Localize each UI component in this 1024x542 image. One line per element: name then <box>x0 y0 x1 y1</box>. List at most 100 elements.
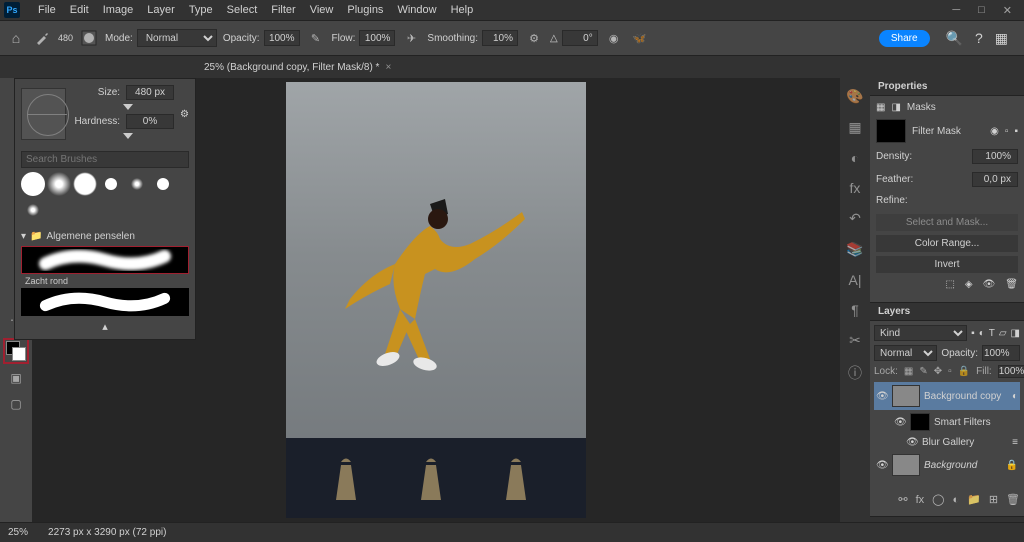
brush-thumb[interactable] <box>131 178 143 190</box>
properties-tab[interactable]: Properties <box>870 78 1024 96</box>
link-layers-icon[interactable]: ⚯ <box>898 493 907 506</box>
new-adjustment-icon[interactable]: ◐ <box>952 494 959 506</box>
home-icon[interactable]: ⌂ <box>6 28 26 48</box>
menu-type[interactable]: Type <box>183 2 219 18</box>
airbrush-icon[interactable]: ✈ <box>401 28 421 48</box>
angle-input[interactable] <box>562 30 598 46</box>
layer-thumbnail[interactable] <box>892 385 920 407</box>
filter-type-icon[interactable]: T <box>989 328 995 339</box>
character-panel-icon[interactable]: A| <box>849 272 862 288</box>
paragraph-panel-icon[interactable]: ¶ <box>851 302 859 318</box>
menu-window[interactable]: Window <box>391 2 442 18</box>
layer-row[interactable]: 👁 Background copy ◐ <box>874 382 1020 410</box>
blend-mode-select[interactable]: Normal <box>137 29 217 47</box>
mask-vector-icon[interactable]: ▪ <box>1014 126 1018 137</box>
hardness-value[interactable]: 0% <box>126 114 174 129</box>
invert-button[interactable]: Invert <box>876 256 1018 273</box>
brush-size-display[interactable]: 480 <box>58 33 73 43</box>
layer-name[interactable]: Background <box>924 460 1002 471</box>
lock-all-icon[interactable]: 🔒 <box>958 366 970 377</box>
background-color[interactable] <box>12 347 26 361</box>
layer-name[interactable]: Background copy <box>924 391 1008 402</box>
menu-view[interactable]: View <box>304 2 340 18</box>
screen-mode-icon[interactable]: ▢ <box>2 392 30 416</box>
libraries-panel-icon[interactable]: 📚 <box>846 241 863 258</box>
brush-thumb[interactable] <box>105 178 117 190</box>
layer-row[interactable]: 👁 Background 🔒 <box>874 451 1020 479</box>
delete-mask-icon[interactable]: 🗑 <box>1005 279 1018 290</box>
mask-thumbnail[interactable] <box>876 119 906 143</box>
flow-input[interactable] <box>359 30 395 46</box>
load-selection-icon[interactable]: ⬚ <box>945 279 954 290</box>
layer-name[interactable]: Blur Gallery <box>922 437 1008 448</box>
menu-filter[interactable]: Filter <box>265 2 301 18</box>
menu-layer[interactable]: Layer <box>141 2 181 18</box>
menu-plugins[interactable]: Plugins <box>341 2 389 18</box>
add-mask-icon[interactable]: ◯ <box>932 493 944 506</box>
brush-thumb[interactable] <box>47 172 71 196</box>
brush-thumb[interactable] <box>27 204 39 216</box>
adjustments-panel-icon[interactable]: ◐ <box>851 150 859 166</box>
mask-thumbnail[interactable] <box>910 413 930 431</box>
brush-thumb[interactable] <box>21 172 45 196</box>
visibility-icon[interactable]: 👁 <box>894 417 906 428</box>
visibility-icon[interactable]: 👁 <box>876 391 888 402</box>
zoom-level[interactable]: 25% <box>8 527 28 538</box>
brush-folder[interactable]: ▾ 📁 Algemene penselen <box>21 228 189 245</box>
brush-thumb[interactable] <box>157 178 169 190</box>
feather-value[interactable]: 0,0 px <box>972 172 1018 187</box>
close-icon[interactable]: ✕ <box>1003 4 1012 17</box>
opacity-input[interactable] <box>264 30 300 46</box>
layers-tab[interactable]: Layers <box>870 303 1024 321</box>
menu-select[interactable]: Select <box>221 2 264 18</box>
mask-add-icon[interactable]: ▫ <box>1005 126 1009 137</box>
select-and-mask-button[interactable]: Select and Mask... <box>876 214 1018 231</box>
gear-icon[interactable]: ⚙ <box>180 109 189 120</box>
new-group-icon[interactable]: 📁 <box>967 493 981 506</box>
search-icon[interactable]: 🔍 <box>946 30 963 47</box>
visibility-icon[interactable]: 👁 <box>906 437 918 448</box>
workspace-icon[interactable]: ▦ <box>995 30 1008 47</box>
quick-mask-icon[interactable]: ▣ <box>2 366 30 390</box>
menu-edit[interactable]: Edit <box>64 2 95 18</box>
brush-preset-picker-icon[interactable] <box>79 28 99 48</box>
fill-input[interactable] <box>998 365 1024 378</box>
help-icon[interactable]: ? <box>975 30 983 47</box>
filter-adjust-icon[interactable]: ◐ <box>979 328 985 339</box>
brush-thumb[interactable] <box>73 172 97 196</box>
size-value[interactable]: 480 px <box>126 85 174 100</box>
new-layer-icon[interactable]: ⊞ <box>989 493 998 506</box>
minimize-icon[interactable]: ─ <box>952 4 960 17</box>
color-swatches[interactable] <box>3 338 29 364</box>
filter-smart-icon[interactable]: ◨ <box>1011 328 1020 339</box>
menu-file[interactable]: File <box>32 2 62 18</box>
lock-position-icon[interactable]: ✥ <box>934 366 942 377</box>
smoothing-options-icon[interactable]: ⚙ <box>524 28 544 48</box>
layer-filter-select[interactable]: Kind <box>874 325 967 341</box>
toggle-mask-icon[interactable]: 👁 <box>983 279 996 290</box>
brush-stroke-item-selected[interactable] <box>21 246 189 274</box>
menu-image[interactable]: Image <box>97 2 140 18</box>
brush-tool-icon[interactable] <box>32 28 52 48</box>
mask-pixel-icon[interactable]: ◉ <box>990 126 999 137</box>
brush-stroke-item[interactable] <box>21 288 189 316</box>
layer-row[interactable]: 👁 Smart Filters <box>874 410 1020 434</box>
lock-pixels-icon[interactable]: ✎ <box>919 366 927 377</box>
share-button[interactable]: Share <box>879 30 930 47</box>
symmetry-icon[interactable]: 🦋 <box>630 28 650 48</box>
pressure-opacity-icon[interactable]: ✎ <box>306 28 326 48</box>
smoothing-input[interactable] <box>482 30 518 46</box>
lock-artboard-icon[interactable]: ▫ <box>948 366 952 377</box>
actions-panel-icon[interactable]: ✂ <box>849 332 861 349</box>
layer-fx-icon[interactable]: fx <box>916 494 925 506</box>
apply-mask-icon[interactable]: ◈ <box>965 279 973 290</box>
brush-angle-preview[interactable] <box>21 88 66 140</box>
menu-help[interactable]: Help <box>445 2 480 18</box>
brush-search-input[interactable] <box>21 151 189 168</box>
maximize-icon[interactable]: □ <box>978 4 985 17</box>
layer-row[interactable]: 👁 Blur Gallery ≡ <box>874 434 1020 451</box>
filter-shape-icon[interactable]: ▱ <box>999 328 1007 339</box>
color-range-button[interactable]: Color Range... <box>876 235 1018 252</box>
layer-opacity-input[interactable] <box>982 345 1020 361</box>
vector-mask-icon[interactable]: ◨ <box>891 102 900 113</box>
